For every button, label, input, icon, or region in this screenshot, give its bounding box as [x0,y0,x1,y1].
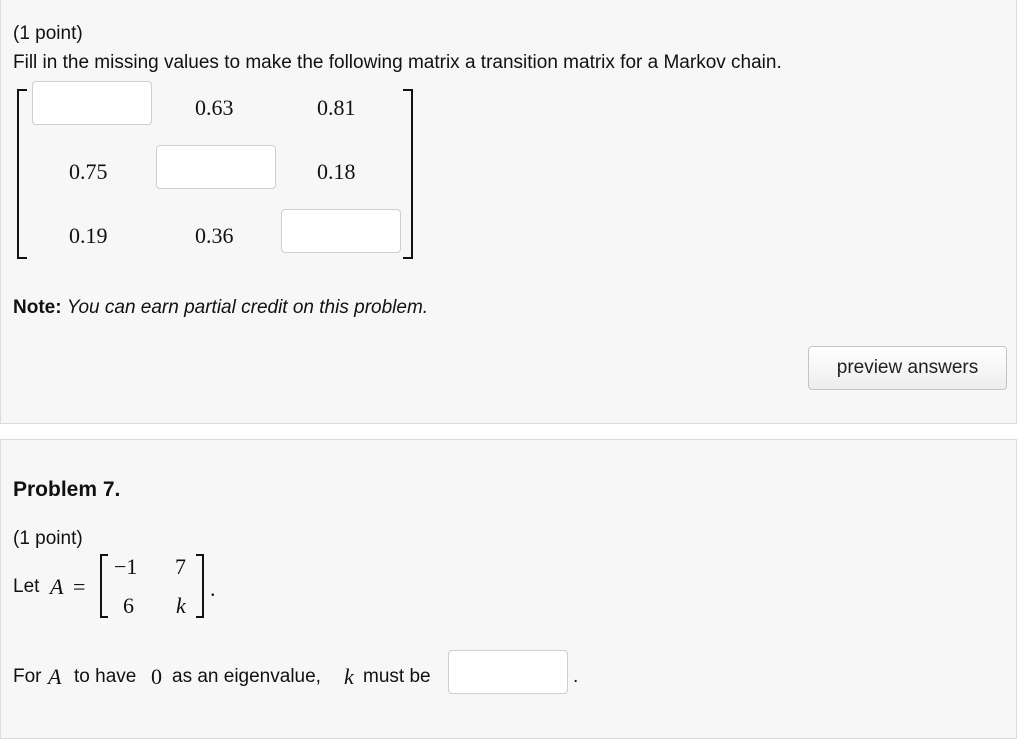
matrix-cell-r1c1: −1 [114,554,138,579]
var-a: A [50,574,64,599]
matrix-left-bracket [17,89,27,259]
question-to-have: to have [74,666,137,687]
matrix-left-bracket [100,554,108,618]
points-label: (1 point) [13,528,83,549]
question-eigenvalue: as an eigenvalue, [172,666,321,687]
eigenvalue-answer-input[interactable] [448,650,568,694]
preview-answers-button[interactable]: preview answers [808,346,1007,390]
note-text: You can earn partial credit on this prob… [66,297,429,318]
matrix-answer-r2c2[interactable] [156,145,276,189]
problem-6-panel: (1 point) Fill in the missing values to … [0,0,1017,424]
let-prefix: Let [13,576,40,597]
matrix-answer-r3c3[interactable] [281,209,401,253]
problem-statement: Fill in the missing values to make the f… [13,52,782,73]
matrix-cell-r1c2: 7 [175,554,186,579]
matrix-cell-r2c2: k [176,593,186,618]
matrix-cell-r2c1: 6 [123,593,134,618]
note-label: Note: [13,297,62,318]
matrix-right-bracket [403,89,413,259]
question-var-a: A [48,664,62,689]
matrix-cell-r1c3: 0.81 [317,95,356,120]
matrix-cell-r3c2: 0.36 [195,223,234,248]
matrix-right-bracket [196,554,204,618]
matrix-answer-r1c1[interactable] [32,81,152,125]
question-must-be: must be [363,666,431,687]
question-zero: 0 [151,664,162,689]
matrix-cell-r2c3: 0.18 [317,159,356,184]
points-label: (1 point) [13,23,83,44]
question-for: For [13,666,42,687]
problem-title: Problem 7. [13,478,121,501]
problem-7-panel: Problem 7. (1 point) Let A = −1 7 6 k . … [0,439,1017,739]
matrix-cell-r1c2: 0.63 [195,95,234,120]
matrix-cell-r3c1: 0.19 [69,223,108,248]
question-var-k: k [344,664,354,689]
question-period: . [573,666,579,687]
note: Note: You can earn partial credit on thi… [13,297,428,319]
equals-sign: = [73,574,86,599]
period: . [210,576,216,601]
matrix-cell-r2c1: 0.75 [69,159,108,184]
